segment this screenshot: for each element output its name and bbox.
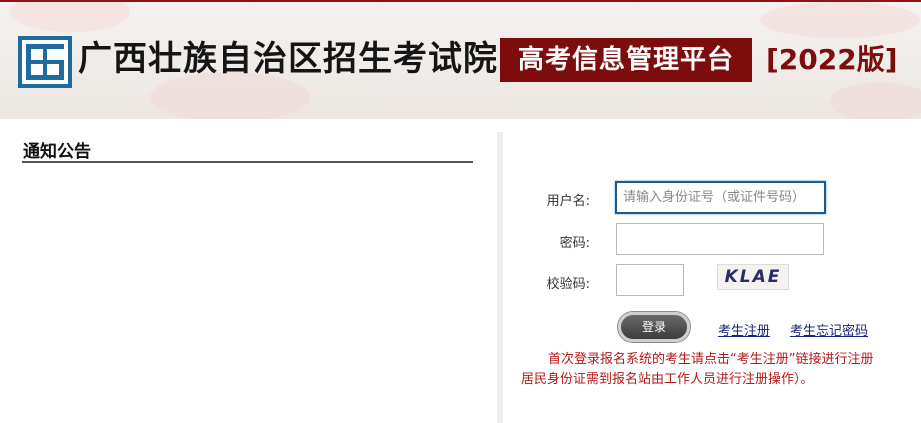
register-link[interactable]: 考生注册 <box>718 320 770 339</box>
username-label: 用户名: <box>546 194 590 209</box>
blossom-decoration <box>10 2 130 32</box>
notice-title: 通知公告 <box>23 142 91 162</box>
edition-label: [2022版] <box>766 43 898 76</box>
org-name: 广西壮族自治区招生考试院 <box>78 39 498 79</box>
login-button[interactable]: 登录 <box>618 312 690 342</box>
header-banner: 广西壮族自治区招生考试院 高考信息管理平台 [2022版] <box>0 0 921 119</box>
registration-note-continued: 居民身份证需到报名站由工作人员进行注册操作）。 <box>521 372 814 387</box>
exam-authority-logo-icon <box>18 36 72 88</box>
captcha-image[interactable]: KLAE <box>717 264 789 290</box>
blossom-decoration <box>830 82 921 119</box>
captcha-input[interactable] <box>616 264 684 296</box>
notice-divider <box>22 161 473 163</box>
registration-note: 首次登录报名系统的考生请点击“考生注册”链接进行注册 <box>548 352 874 367</box>
captcha-label: 校验码: <box>546 277 590 292</box>
blossom-decoration <box>760 2 920 38</box>
password-label: 密码: <box>559 236 590 251</box>
password-input[interactable] <box>616 223 824 255</box>
username-input[interactable] <box>615 181 826 214</box>
forgot-password-link[interactable]: 考生忘记密码 <box>790 320 868 339</box>
page: 广西壮族自治区招生考试院 高考信息管理平台 [2022版] 通知公告 用户名: … <box>0 0 921 423</box>
platform-title: 高考信息管理平台 <box>500 38 752 82</box>
